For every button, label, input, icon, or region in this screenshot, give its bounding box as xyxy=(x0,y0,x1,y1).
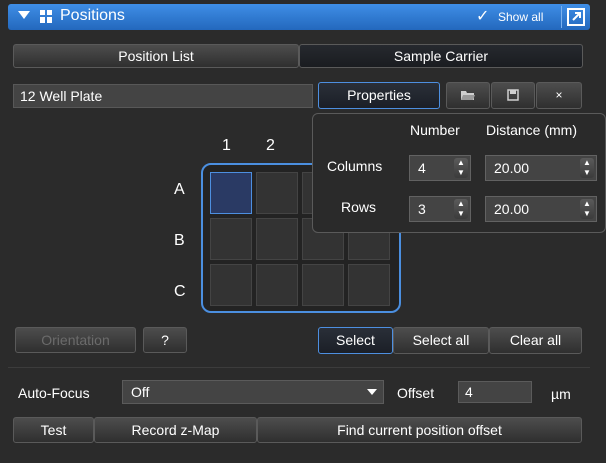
header-divider xyxy=(561,6,562,28)
save-carrier-button[interactable] xyxy=(491,82,535,109)
autofocus-value: Off xyxy=(131,384,150,400)
help-button[interactable]: ? xyxy=(143,327,187,353)
clear-all-button[interactable]: Clear all xyxy=(489,327,582,354)
orientation-button[interactable]: Orientation xyxy=(15,327,136,353)
distance-header: Distance (mm) xyxy=(486,122,578,138)
well-c3[interactable] xyxy=(302,264,344,306)
triangle-down-icon[interactable] xyxy=(18,11,30,19)
well-a1[interactable] xyxy=(210,172,252,214)
record-zmap-button[interactable]: Record z-Map xyxy=(94,417,257,443)
well-b2[interactable] xyxy=(256,218,298,260)
row-label-a: A xyxy=(174,181,185,198)
stepper-arrows-icon[interactable]: ▲ ▼ xyxy=(580,199,594,219)
rows-label: Rows xyxy=(341,199,377,215)
well-c4[interactable] xyxy=(348,264,390,306)
offset-input[interactable]: 4 xyxy=(458,381,532,403)
select-button[interactable]: Select xyxy=(318,327,393,354)
tab-position-list[interactable]: Position List xyxy=(13,44,299,68)
select-all-button[interactable]: Select all xyxy=(393,327,489,354)
rows-distance-stepper[interactable]: 20.00 ▲ ▼ xyxy=(485,196,597,222)
find-offset-button[interactable]: Find current position offset xyxy=(257,417,582,443)
autofocus-label: Auto-Focus xyxy=(18,385,90,401)
panel-header[interactable]: Positions ✓ Show all xyxy=(8,4,590,30)
close-icon: × xyxy=(555,88,563,102)
position-grid-icon xyxy=(40,10,52,23)
positions-panel: Positions ✓ Show all Position List Sampl… xyxy=(0,0,606,463)
number-header: Number xyxy=(410,122,460,138)
chevron-down-icon xyxy=(367,389,377,395)
stepper-arrows-icon[interactable]: ▲ ▼ xyxy=(454,199,468,219)
well-b1[interactable] xyxy=(210,218,252,260)
save-icon xyxy=(507,89,519,101)
checkmark-icon[interactable]: ✓ xyxy=(476,6,489,26)
autofocus-select[interactable]: Off xyxy=(122,380,384,404)
columns-number-stepper[interactable]: 4 ▲ ▼ xyxy=(409,155,471,181)
rows-number-value: 3 xyxy=(418,201,426,217)
well-c1[interactable] xyxy=(210,264,252,306)
columns-label: Columns xyxy=(327,158,383,174)
show-all-toggle[interactable]: Show all xyxy=(498,10,543,24)
section-divider xyxy=(8,367,590,368)
columns-number-value: 4 xyxy=(418,160,426,176)
well-a2[interactable] xyxy=(256,172,298,214)
row-label-b: B xyxy=(174,232,185,249)
column-label-2: 2 xyxy=(266,137,275,154)
rows-distance-value: 20.00 xyxy=(494,201,530,217)
open-carrier-button[interactable] xyxy=(446,82,490,109)
stepper-arrows-icon[interactable]: ▲ ▼ xyxy=(580,158,594,178)
columns-distance-stepper[interactable]: 20.00 ▲ ▼ xyxy=(485,155,597,181)
well-c2[interactable] xyxy=(256,264,298,306)
test-button[interactable]: Test xyxy=(13,417,94,443)
folder-open-icon xyxy=(461,91,475,100)
offset-unit: µm xyxy=(551,386,571,402)
properties-popup: Number Distance (mm) Columns Rows 4 ▲ ▼ 2… xyxy=(312,113,606,233)
rows-number-stepper[interactable]: 3 ▲ ▼ xyxy=(409,196,471,222)
column-label-1: 1 xyxy=(222,137,231,154)
delete-carrier-button[interactable]: × xyxy=(536,82,582,109)
columns-distance-value: 20.00 xyxy=(494,160,530,176)
carrier-name-field[interactable]: 12 Well Plate xyxy=(13,84,313,108)
panel-title: Positions xyxy=(60,7,125,24)
stepper-arrows-icon[interactable]: ▲ ▼ xyxy=(454,158,468,178)
undock-icon[interactable] xyxy=(567,8,585,26)
row-label-c: C xyxy=(174,283,186,300)
offset-label: Offset xyxy=(397,385,435,401)
tab-sample-carrier[interactable]: Sample Carrier xyxy=(299,44,583,68)
properties-button[interactable]: Properties xyxy=(318,82,440,109)
